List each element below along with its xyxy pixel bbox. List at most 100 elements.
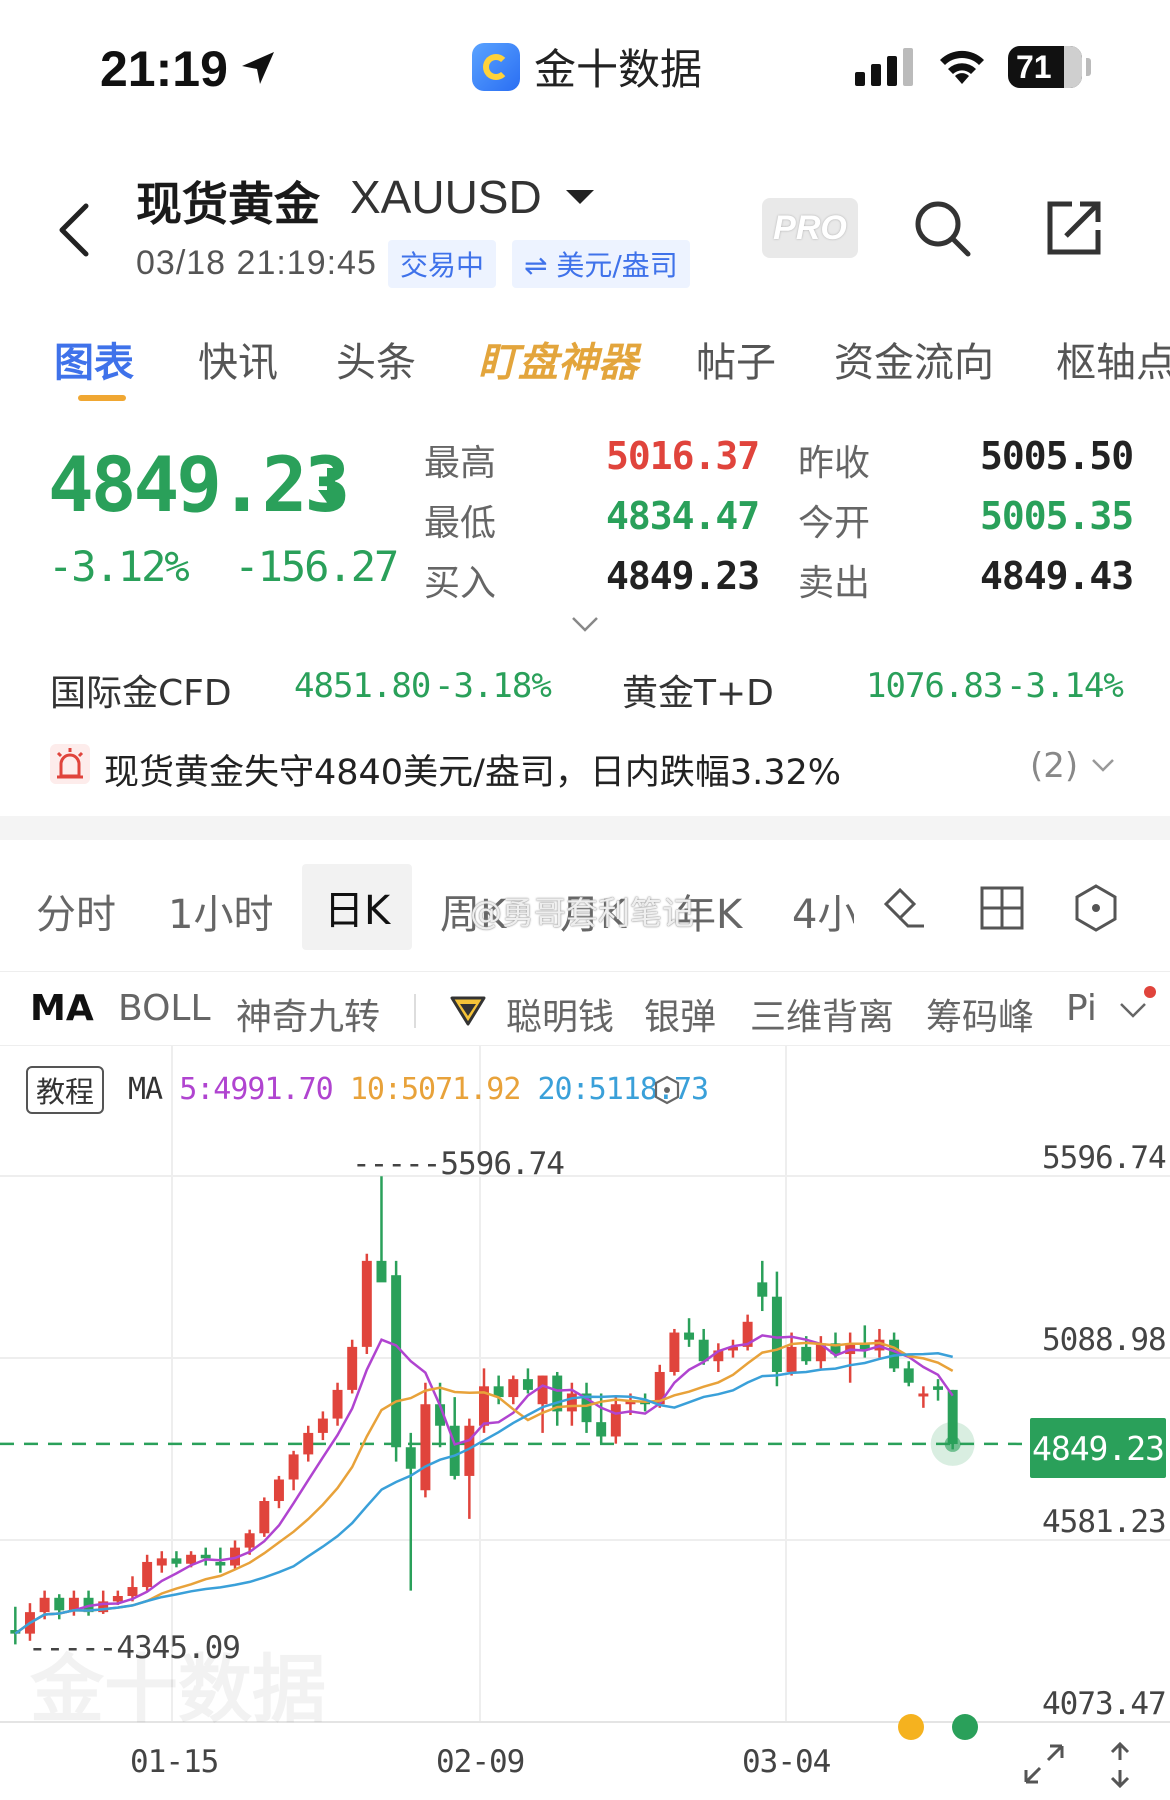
candle-body — [127, 1587, 138, 1596]
chevron-down-icon[interactable] — [1118, 1000, 1148, 1020]
candle-body — [771, 1296, 782, 1372]
candle-body — [903, 1368, 914, 1383]
settings-hexagon-icon[interactable] — [1070, 882, 1122, 934]
indicator-pivot[interactable]: Pi — [1066, 988, 1106, 1029]
fullscreen-icon[interactable] — [1022, 1742, 1066, 1786]
indicator-chip-peak[interactable]: 筹码峰 — [926, 988, 1034, 1040]
instrument-code[interactable]: XAUUSD — [350, 170, 542, 224]
y-tick-label: 5088.98 — [1042, 1322, 1167, 1358]
candle-body — [273, 1479, 284, 1502]
draw-pen-icon[interactable] — [878, 882, 930, 934]
candle-body — [288, 1454, 299, 1480]
candle-body — [215, 1561, 226, 1566]
pro-button[interactable]: PRO — [762, 198, 858, 258]
x-tick-label: 01-15 — [130, 1744, 219, 1780]
chevron-down-icon[interactable] — [1090, 756, 1116, 774]
related-quotes: 国际金CFD 4851.80 -3.18% 黄金T+D 1076.83 -3.1… — [0, 660, 1170, 714]
active-tab-indicator — [78, 395, 126, 401]
period-4h[interactable]: 4小 — [792, 882, 854, 940]
ma-legend-label: MA — [128, 1072, 163, 1107]
candle-body — [508, 1379, 519, 1398]
period-daily[interactable]: 日K — [302, 864, 413, 950]
stat-low-label: 最低 — [424, 503, 497, 544]
news-headline[interactable]: 现货黄金失守4840美元/盎司，日内跌幅3.32% — [104, 744, 841, 795]
news-alert[interactable]: 现货黄金失守4840美元/盎司，日内跌幅3.32% (2) — [0, 738, 1170, 798]
candle-body — [171, 1558, 182, 1564]
related-name-td[interactable]: 黄金T+D — [622, 664, 774, 716]
wifi-icon — [940, 50, 984, 84]
related-name-cfd[interactable]: 国际金CFD — [50, 664, 232, 716]
battery-icon: 71 — [1008, 46, 1082, 88]
stat-prev-close-value: 5005.50 — [980, 434, 1134, 478]
period-1h[interactable]: 1小时 — [168, 882, 273, 940]
instrument-name[interactable]: 现货黄金 — [136, 168, 320, 234]
section-divider — [0, 816, 1170, 840]
last-price: 4849.23 — [48, 440, 350, 529]
tab-chart[interactable]: 图表 — [54, 330, 134, 388]
candle-body — [317, 1418, 328, 1433]
chart-indicator-dot[interactable] — [898, 1714, 924, 1740]
y-tick-label: 4581.23 — [1042, 1504, 1167, 1540]
layout-grid-icon[interactable] — [976, 882, 1028, 934]
candle-body — [596, 1422, 607, 1437]
tab-headlines[interactable]: 头条 — [336, 330, 416, 388]
candle-body — [918, 1393, 929, 1397]
share-icon[interactable] — [1044, 198, 1104, 258]
tab-fund-flow[interactable]: 资金流向 — [834, 330, 994, 388]
candle-body — [54, 1597, 65, 1611]
x-tick-label: 03-04 — [742, 1744, 831, 1780]
candle-body — [801, 1346, 812, 1362]
back-arrow-icon[interactable] — [50, 200, 100, 260]
indicator-ma[interactable]: MA — [30, 988, 94, 1029]
quote-datetime: 03/18 21:19:45 — [136, 244, 377, 282]
candle-body — [391, 1275, 402, 1448]
related-price-td[interactable]: 1076.83 — [866, 666, 1003, 706]
y-tick-label: 4073.47 — [1042, 1686, 1167, 1722]
related-change-td[interactable]: -3.14% — [1006, 666, 1124, 706]
indicator-td9[interactable]: 神奇九转 — [236, 988, 380, 1040]
vertical-scale-icon[interactable] — [1106, 1740, 1134, 1790]
ma-settings-icon[interactable] — [652, 1074, 682, 1106]
candle-body — [332, 1389, 343, 1419]
candle-body — [669, 1332, 680, 1372]
battery-tip — [1086, 58, 1091, 76]
related-price-cfd[interactable]: 4851.80 — [294, 666, 431, 706]
search-icon[interactable] — [910, 196, 974, 260]
candle-body — [347, 1346, 358, 1390]
candle-body — [156, 1558, 167, 1566]
tutorial-button[interactable]: 教程 — [26, 1066, 104, 1114]
instrument-dropdown-icon[interactable] — [566, 190, 594, 204]
indicator-silver-bullet[interactable]: 银弹 — [644, 988, 716, 1040]
tab-posts[interactable]: 帖子 — [696, 330, 776, 388]
unit-switch-badge[interactable]: ⇌ 美元/盎司 — [512, 240, 690, 288]
status-time: 21:19 — [100, 41, 228, 97]
stat-bid-value: 4849.23 — [606, 554, 760, 598]
chevron-down-icon[interactable] — [570, 614, 600, 634]
chart-indicator-dot[interactable] — [952, 1714, 978, 1740]
indicator-boll[interactable]: BOLL — [118, 988, 211, 1029]
indicator-smart-money[interactable]: 聪明钱 — [506, 988, 614, 1040]
candle-body — [566, 1393, 577, 1412]
low-annotation: -----4345.09 — [28, 1630, 241, 1666]
candle-body — [522, 1379, 533, 1390]
indicator-3d-divergence[interactable]: 三维背离 — [750, 988, 894, 1040]
period-intraday[interactable]: 分时 — [36, 882, 116, 940]
candle-body — [303, 1432, 314, 1455]
candle-body — [537, 1375, 548, 1405]
content-tabs: 图表 快讯 头条 盯盘神器 帖子 资金流向 枢轴点 — [0, 320, 1170, 410]
tab-pivot[interactable]: 枢轴点 — [1056, 330, 1170, 388]
candle-body — [361, 1260, 372, 1347]
tab-flash[interactable]: 快讯 — [198, 330, 278, 388]
related-change-cfd[interactable]: -3.18% — [434, 666, 552, 706]
candle-body — [244, 1533, 255, 1548]
stat-high-label: 最高 — [424, 443, 497, 484]
candle-body — [933, 1386, 944, 1390]
stat-ask-label: 卖出 — [798, 563, 871, 604]
x-tick-label: 02-09 — [436, 1744, 525, 1780]
stat-ask-value: 4849.43 — [980, 554, 1134, 598]
tab-monitor[interactable]: 盯盘神器 — [478, 330, 638, 388]
location-arrow-icon — [242, 52, 274, 84]
notification-dot — [1144, 986, 1156, 998]
candle-body — [376, 1260, 387, 1283]
candle-body — [39, 1597, 50, 1613]
